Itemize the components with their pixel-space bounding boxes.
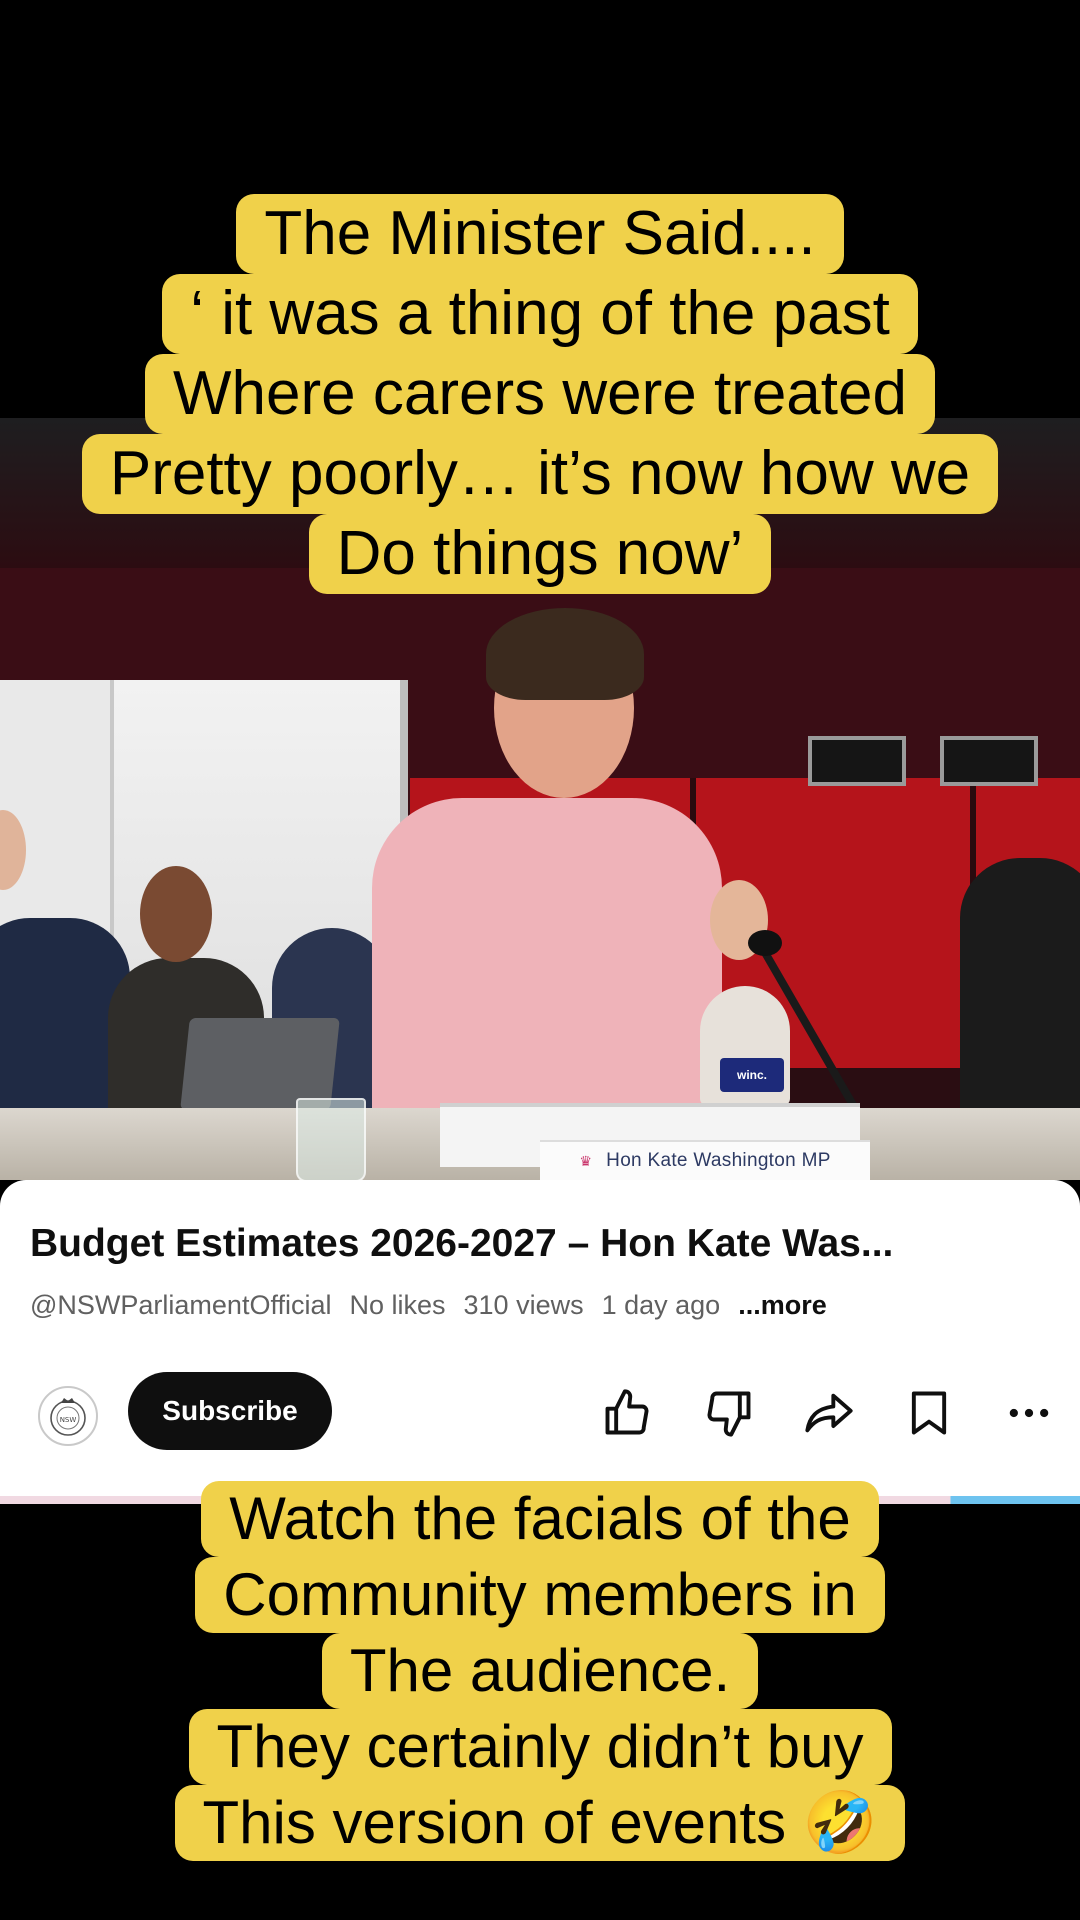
- like-icon: [605, 1389, 649, 1435]
- share-icon: [805, 1393, 853, 1433]
- view-count: 310 views: [463, 1290, 584, 1320]
- share-button[interactable]: [800, 1384, 858, 1442]
- more-options-button[interactable]: [1000, 1384, 1058, 1442]
- save-icon: [911, 1391, 947, 1435]
- video-meta: @NSWParliamentOfficial No likes 310 view…: [30, 1290, 827, 1321]
- water-glass: [296, 1098, 366, 1180]
- caption-top-line: Where carers were treated: [145, 354, 935, 434]
- like-count: No likes: [349, 1290, 446, 1320]
- nsw-parliament-crest-icon: NSW: [50, 1398, 86, 1436]
- tablet: [180, 1018, 340, 1110]
- monitor: [808, 736, 906, 786]
- dislike-button[interactable]: [700, 1384, 758, 1442]
- microphone-icon: [748, 930, 782, 956]
- caption-top-line: Do things now’: [308, 514, 772, 594]
- crest-icon: ♛: [579, 1152, 593, 1169]
- caption-bottom-line: This version of events 🤣: [174, 1785, 906, 1861]
- caption-top: The Minister Said.... ‘ it was a thing o…: [0, 194, 1080, 594]
- like-button[interactable]: [598, 1384, 656, 1442]
- save-button[interactable]: [900, 1384, 958, 1442]
- more-icon: [1009, 1408, 1049, 1418]
- tiktok-frame: winc. ♛ Hon Kate Washington MP The Minis…: [0, 0, 1080, 1920]
- branded-box: winc.: [720, 1058, 784, 1092]
- caption-bottom-line: Community members in: [195, 1557, 885, 1633]
- upload-age: 1 day ago: [601, 1290, 721, 1320]
- dislike-icon: [707, 1391, 751, 1437]
- youtube-info-card: Budget Estimates 2026-2027 – Hon Kate Wa…: [0, 1180, 1080, 1504]
- caption-top-line: The Minister Said....: [236, 194, 844, 274]
- nameplate: ♛ Hon Kate Washington MP: [540, 1140, 870, 1180]
- channel-handle[interactable]: @NSWParliamentOfficial: [30, 1290, 331, 1321]
- caption-bottom: Watch the facials of the Community membe…: [0, 1481, 1080, 1861]
- svg-text:NSW: NSW: [60, 1416, 77, 1424]
- caption-bottom-line: The audience.: [321, 1633, 759, 1709]
- more-link[interactable]: ...more: [738, 1290, 827, 1321]
- action-bar: NSW Subscribe: [0, 1368, 1080, 1458]
- subscribe-button[interactable]: Subscribe: [128, 1372, 332, 1450]
- caption-bottom-line: They certainly didn’t buy: [188, 1709, 892, 1785]
- caption-top-line: Pretty poorly… it’s now how we: [81, 434, 999, 514]
- video-title[interactable]: Budget Estimates 2026-2027 – Hon Kate Wa…: [30, 1222, 1060, 1266]
- caption-bottom-line: Watch the facials of the: [201, 1481, 879, 1557]
- nameplate-text: Hon Kate Washington MP: [606, 1150, 831, 1171]
- channel-avatar[interactable]: NSW: [38, 1386, 98, 1446]
- caption-top-line: ‘ it was a thing of the past: [162, 274, 918, 354]
- monitor: [940, 736, 1038, 786]
